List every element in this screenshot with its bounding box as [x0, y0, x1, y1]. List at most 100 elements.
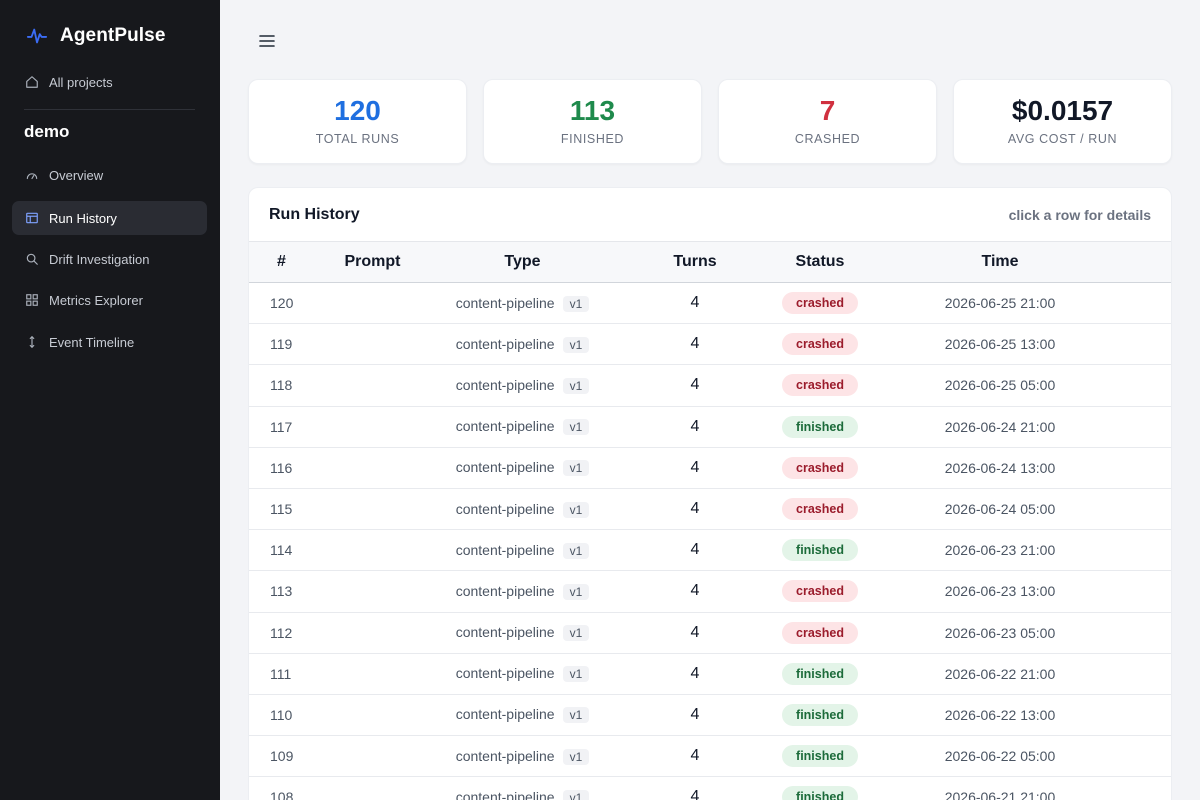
column-header-time[interactable]: Time — [864, 242, 1136, 283]
panel-title: Run History — [269, 206, 360, 223]
run-type: content-pipeline — [455, 624, 555, 641]
table-row[interactable]: 118 content-pipeline v1 4 crashed 2026-06-25 … — [249, 365, 1171, 407]
menu-toggle-button[interactable] — [256, 30, 278, 52]
run-status-cell: crashed — [776, 324, 864, 365]
search-icon — [26, 253, 38, 265]
table-row[interactable]: 115 content-pipeline v1 4 crashed 2026-06-24 … — [249, 488, 1171, 530]
table-header-row: # Prompt Type Turns Status Time — [249, 241, 1171, 283]
sidebar-item-overview[interactable]: Overview — [12, 158, 207, 192]
run-type: content-pipeline — [455, 294, 555, 311]
stat-value: 113 — [569, 95, 616, 126]
run-time: 2026-06-22 05:00 — [944, 748, 1056, 765]
sidebar-item-run-history[interactable]: Run History — [12, 201, 207, 235]
run-turns: 4 — [690, 788, 700, 800]
run-time: 2026-06-25 13:00 — [944, 336, 1056, 353]
run-status-cell: crashed — [776, 365, 864, 406]
version-tag: v1 — [562, 501, 590, 518]
status-badge: finished — [782, 786, 858, 800]
run-type-cell: content-pipeline v1 — [431, 694, 614, 735]
table-row[interactable]: 110 content-pipeline v1 4 finished 2026-06-22… — [249, 694, 1171, 736]
version-tag: v1 — [562, 583, 590, 600]
run-type-cell: content-pipeline v1 — [431, 365, 614, 406]
sidebar-item-event-timeline[interactable]: Event Timeline — [12, 325, 207, 359]
run-turns: 4 — [690, 335, 700, 353]
grid-icon — [26, 294, 38, 306]
run-type-cell: content-pipeline v1 — [431, 653, 614, 694]
sidebar-item-metrics-explorer[interactable]: Metrics Explorer — [12, 283, 207, 317]
stat-card-avg-cost: $0.0157 AVG COST / RUN — [953, 79, 1172, 164]
run-status-cell: finished — [776, 406, 864, 447]
run-number: 110 — [270, 706, 293, 723]
status-badge: finished — [782, 539, 858, 562]
status-badge: crashed — [782, 621, 858, 644]
table-row[interactable]: 119 content-pipeline v1 4 crashed 2026-06-25 … — [249, 324, 1171, 365]
version-tag: v1 — [562, 295, 590, 312]
status-badge: crashed — [782, 374, 858, 397]
run-status-cell: finished — [776, 530, 864, 571]
run-turns: 4 — [690, 747, 700, 765]
run-type: content-pipeline — [455, 747, 555, 764]
gauge-icon — [26, 173, 38, 180]
run-turns: 4 — [690, 623, 700, 641]
sidebar-item-drift-investigation[interactable]: Drift Investigation — [12, 242, 207, 276]
stat-card-finished: 113 FINISHED — [483, 79, 702, 164]
table-row[interactable]: 112 content-pipeline v1 4 crashed 2026-06-23 … — [249, 612, 1171, 654]
home-icon — [26, 76, 38, 88]
run-type: content-pipeline — [455, 376, 555, 393]
row-spacer — [1136, 571, 1171, 612]
version-tag: v1 — [562, 666, 590, 683]
run-status-cell: crashed — [776, 447, 864, 488]
run-turns: 4 — [690, 664, 700, 682]
run-type-cell: content-pipeline v1 — [431, 736, 614, 777]
brand[interactable]: AgentPulse — [26, 24, 166, 48]
run-type-cell: content-pipeline v1 — [431, 488, 614, 529]
run-number: 116 — [270, 459, 293, 476]
run-turns: 4 — [690, 417, 700, 435]
table-row[interactable]: 109 content-pipeline v1 4 finished 2026-06-22… — [249, 736, 1171, 777]
table-row[interactable]: 111 content-pipeline v1 4 finished 2026-06-22… — [249, 653, 1171, 695]
run-prompt — [314, 736, 431, 777]
row-spacer — [1136, 694, 1171, 735]
row-spacer — [1136, 653, 1171, 694]
run-type: content-pipeline — [455, 582, 555, 599]
status-badge: crashed — [782, 456, 858, 479]
column-header-type[interactable]: Type — [431, 242, 614, 283]
table-row[interactable]: 120 content-pipeline v1 4 crashed 2026-06-25 … — [249, 283, 1171, 324]
row-spacer — [1136, 736, 1171, 777]
run-status-cell: finished — [776, 777, 864, 800]
table-row[interactable]: 113 content-pipeline v1 4 crashed 2026-06-23 … — [249, 571, 1171, 612]
column-header-prompt[interactable]: Prompt — [314, 242, 431, 283]
column-header-status[interactable]: Status — [776, 242, 864, 283]
table-icon — [26, 212, 38, 224]
version-tag: v1 — [562, 789, 590, 800]
table-row[interactable]: 108 content-pipeline v1 4 finished 2026-06-21… — [249, 777, 1171, 800]
table-row[interactable]: 114 content-pipeline v1 4 finished 2026-06-23… — [249, 530, 1171, 571]
run-prompt — [314, 283, 431, 324]
hamburger-icon — [259, 35, 275, 47]
table-row[interactable]: 116 content-pipeline v1 4 crashed 2026-06-24 … — [249, 447, 1171, 489]
run-type-cell: content-pipeline v1 — [431, 406, 614, 447]
column-header-turns[interactable]: Turns — [614, 242, 776, 283]
version-tag: v1 — [562, 377, 590, 394]
run-history-table: # Prompt Type Turns Status Time 120 conte… — [249, 241, 1171, 800]
version-tag: v1 — [562, 336, 590, 353]
run-status-cell: finished — [776, 653, 864, 694]
run-turns: 4 — [690, 294, 700, 312]
run-status-cell: finished — [776, 694, 864, 735]
run-turns: 4 — [690, 541, 700, 559]
table-row[interactable]: 117 content-pipeline v1 4 finished 2026-06-24… — [249, 406, 1171, 448]
run-number: 118 — [270, 377, 293, 394]
run-prompt — [314, 530, 431, 571]
run-type: content-pipeline — [455, 541, 555, 558]
column-header-num[interactable]: # — [249, 242, 314, 283]
version-tag: v1 — [562, 625, 590, 642]
row-spacer — [1136, 283, 1171, 324]
row-spacer — [1136, 612, 1171, 653]
run-time: 2026-06-22 21:00 — [944, 665, 1056, 682]
sidebar-item-all-projects[interactable]: All projects — [12, 65, 207, 99]
version-tag: v1 — [562, 542, 590, 559]
run-time: 2026-06-23 05:00 — [944, 624, 1056, 641]
run-turns: 4 — [690, 582, 700, 600]
status-badge: finished — [782, 703, 858, 726]
run-status-cell: crashed — [776, 571, 864, 612]
